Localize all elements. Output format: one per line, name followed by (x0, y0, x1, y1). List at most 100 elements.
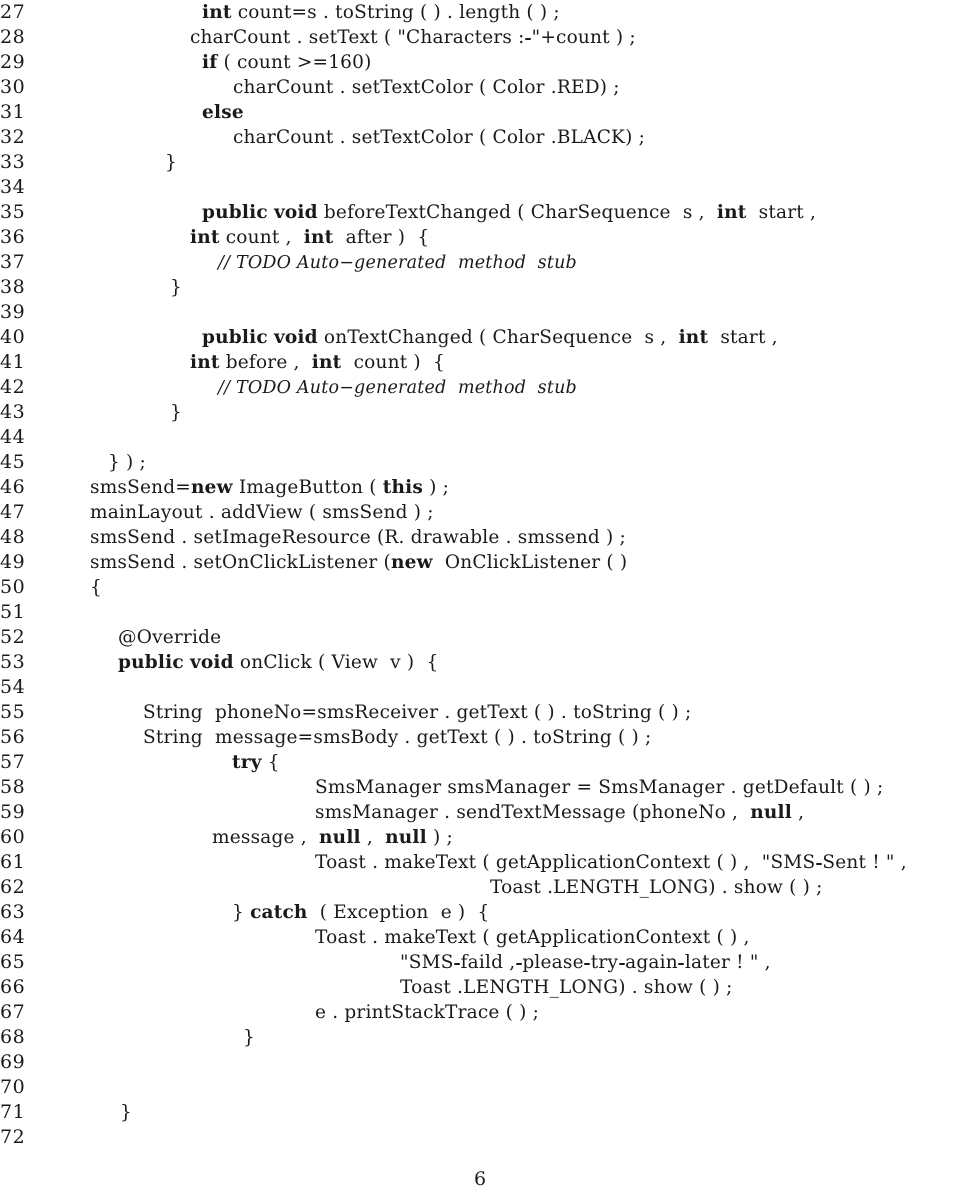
line-number: 66 (0, 976, 26, 998)
code-text: } (243, 1027, 255, 1048)
line-number: 30 (0, 76, 26, 98)
line-number: 41 (0, 351, 26, 373)
line-number: 31 (0, 101, 26, 123)
code-line: 63 } catch ( Exception e ) { (0, 900, 960, 925)
code-text: // TODO Auto−generated method stub (218, 378, 577, 398)
code-line: 72 (0, 1125, 960, 1150)
line-number: 42 (0, 376, 26, 398)
code-text: public void onTextChanged ( CharSequence… (202, 327, 778, 348)
code-text: int count , int after ) { (190, 227, 430, 248)
code-line: 57 try { (0, 750, 960, 775)
line-number: 28 (0, 26, 26, 48)
line-number: 64 (0, 926, 26, 948)
code-line: 68} (0, 1025, 960, 1050)
code-line: 38} (0, 275, 960, 300)
line-number: 35 (0, 201, 26, 223)
line-number: 72 (0, 1126, 26, 1148)
code-line: 50 { (0, 575, 960, 600)
line-number: 55 (0, 701, 26, 723)
code-line: 43} (0, 400, 960, 425)
code-text: else (202, 102, 244, 123)
code-line: 59 smsManager . sendTextMessage (phoneNo … (0, 800, 960, 825)
code-line: 66 Toast .LENGTH_LONG) . show ( ) ; (0, 975, 960, 1000)
code-line: 70 (0, 1075, 960, 1100)
line-number: 36 (0, 226, 26, 248)
code-line: 49 smsSend . setOnClickListener (new OnCl… (0, 550, 960, 575)
line-number: 63 (0, 901, 26, 923)
line-number: 40 (0, 326, 26, 348)
code-text: } (165, 152, 177, 173)
line-number: 60 (0, 826, 26, 848)
code-text: message , null , null ) ; (212, 827, 453, 848)
code-line: 35 public void beforeTextChanged ( CharSe… (0, 200, 960, 225)
code-text: Toast . makeText ( getApplicationContext… (315, 927, 750, 948)
code-line: 42 // TODO Auto−generated method stub (0, 375, 960, 400)
code-line: 54 (0, 675, 960, 700)
code-line: 33} (0, 150, 960, 175)
code-line: 60 message , null , null ) ; (0, 825, 960, 850)
code-line: 44 (0, 425, 960, 450)
code-line: 47 mainLayout . addView ( smsSend ) ; (0, 500, 960, 525)
code-text: public void onClick ( View v ) { (118, 652, 439, 673)
line-number: 27 (0, 1, 26, 23)
code-line: 28 charCount . setText ( "Characters : "+c… (0, 25, 960, 50)
line-number: 46 (0, 476, 26, 498)
code-text: smsSend . setImageResource (R. drawable … (90, 527, 626, 548)
line-number: 71 (0, 1101, 26, 1123)
page-number: 6 (473, 1168, 487, 1190)
code-text: SmsManager smsManager = SmsManager . get… (315, 777, 884, 798)
line-number: 69 (0, 1051, 26, 1073)
code-text: charCount . setTextColor ( Color .RED) ; (233, 77, 620, 98)
line-number: 54 (0, 676, 26, 698)
line-number: 58 (0, 776, 26, 798)
code-text: public void beforeTextChanged ( CharSequ… (202, 202, 817, 223)
line-number: 70 (0, 1076, 26, 1098)
code-text: if ( count >=160) (202, 52, 372, 73)
code-text: // TODO Auto−generated method stub (218, 253, 577, 273)
code-line: 65 "SMS faild , please try again later ! " , (0, 950, 960, 975)
line-number: 57 (0, 751, 26, 773)
code-line: 40 public void onTextChanged ( CharSequen… (0, 325, 960, 350)
code-line: 29 if ( count >=160) (0, 50, 960, 75)
line-number: 59 (0, 801, 26, 823)
line-number: 47 (0, 501, 26, 523)
code-line: 58 SmsManager smsManager = SmsManager . g… (0, 775, 960, 800)
code-line: 69 (0, 1050, 960, 1075)
line-number: 29 (0, 51, 26, 73)
code-line: 52 @Override (0, 625, 960, 650)
code-text: @Override (118, 627, 222, 648)
code-text: smsSend=new ImageButton ( this ) ; (90, 477, 449, 498)
code-line: 51 (0, 600, 960, 625)
code-text: String phoneNo=smsReceiver . getText ( )… (143, 702, 692, 723)
line-number: 61 (0, 851, 26, 873)
code-line: 27 int count=s . toString ( ) . length ( … (0, 0, 960, 25)
code-text: int count=s . toString ( ) . length ( ) … (202, 2, 560, 23)
code-text: charCount . setText ( "Characters : "+cou… (190, 27, 636, 48)
line-number: 39 (0, 301, 26, 323)
line-number: 56 (0, 726, 26, 748)
code-text: smsSend . setOnClickListener (new OnClic… (90, 552, 628, 573)
code-line: 56 String message=smsBody . getText ( ) .… (0, 725, 960, 750)
line-number: 48 (0, 526, 26, 548)
code-line: 48 smsSend . setImageResource (R. drawabl… (0, 525, 960, 550)
code-line: 53 public void onClick ( View v ) { (0, 650, 960, 675)
code-line: 64 Toast . makeText ( getApplicationConte… (0, 925, 960, 950)
line-number: 49 (0, 551, 26, 573)
line-number: 68 (0, 1026, 26, 1048)
code-line: 32 charCount . setTextColor ( Color .BLAC… (0, 125, 960, 150)
code-text: } (120, 1102, 132, 1123)
code-text: e . printStackTrace ( ) ; (315, 1002, 540, 1023)
code-text: } (170, 277, 182, 298)
code-text: } catch ( Exception e ) { (232, 902, 490, 923)
code-line: 45} ) ; (0, 450, 960, 475)
code-line: 30 charCount . setTextColor ( Color .RED)… (0, 75, 960, 100)
line-number: 32 (0, 126, 26, 148)
code-line: 46 smsSend=new ImageButton ( this ) ; (0, 475, 960, 500)
code-line: 55 String phoneNo=smsReceiver . getText (… (0, 700, 960, 725)
line-number: 43 (0, 401, 26, 423)
line-number: 37 (0, 251, 26, 273)
code-text: String message=smsBody . getText ( ) . t… (143, 727, 652, 748)
code-line: 71} (0, 1100, 960, 1125)
code-line: 61 Toast . makeText ( getApplicationConte… (0, 850, 960, 875)
code-text: Toast .LENGTH_LONG) . show ( ) ; (490, 877, 823, 898)
